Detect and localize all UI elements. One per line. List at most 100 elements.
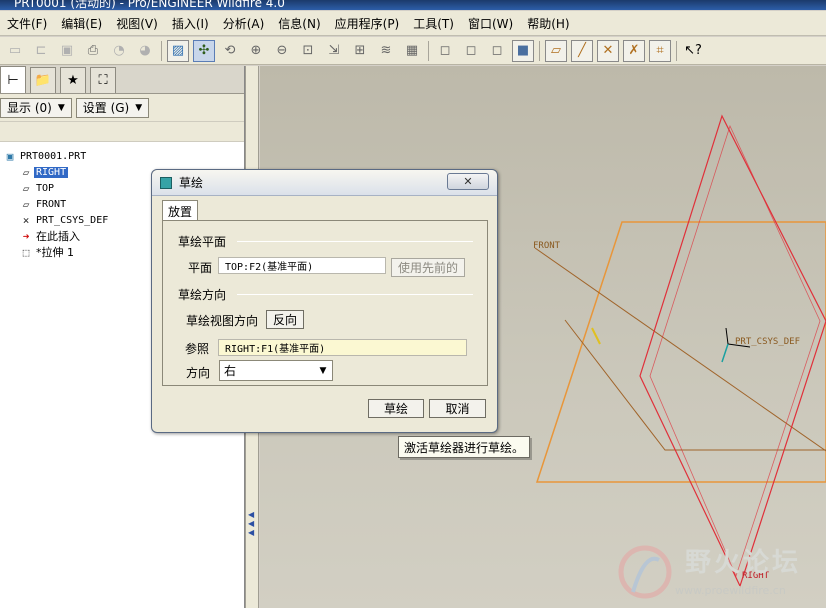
reorient-icon[interactable]: ⇲	[323, 40, 345, 62]
coordinate-systems-icon[interactable]: ✗	[623, 39, 645, 62]
menu-insert[interactable]: 插入(I)	[165, 15, 216, 32]
direction-label: 方向	[186, 366, 211, 380]
refit-icon[interactable]: ⊡	[297, 40, 319, 62]
placement-tab-content: 草绘平面 平面 TOP:F2(基准平面) 使用先前的 草绘方向 草绘视图方向 反…	[162, 220, 488, 386]
datum-points-icon[interactable]: ✕	[597, 39, 619, 62]
print-icon[interactable]: ⎙	[82, 40, 104, 62]
sketch-button[interactable]: 草绘	[368, 399, 424, 418]
context-help-icon[interactable]: ↖?	[682, 40, 704, 62]
sketch-dialog: 草绘 ✕ 放置 草绘平面 平面 TOP:F2(基准平面) 使用先前的 草绘方向 …	[151, 169, 498, 433]
menu-file[interactable]: 文件(F)	[0, 15, 54, 32]
window-title: PRT0001 (活动的) - Pro/ENGINEER Wildfire 4.…	[14, 0, 285, 10]
favorites-tab[interactable]: ★	[60, 67, 86, 93]
tree-item-label: PRT_CSYS_DEF	[36, 214, 109, 226]
folder-browser-tab[interactable]: 📁	[30, 67, 56, 93]
toolbar-separator	[539, 40, 540, 61]
sketch-plane-header: 草绘平面	[178, 235, 227, 249]
menu-info[interactable]: 信息(N)	[271, 15, 327, 32]
repaint-icon[interactable]: ▨	[167, 39, 189, 62]
toolbar-separator	[161, 40, 162, 61]
dialog-titlebar[interactable]: 草绘	[152, 170, 497, 196]
menu-view[interactable]: 视图(V)	[109, 15, 165, 32]
collapse-arrows-icon[interactable]: ◀ ◀ ◀	[248, 510, 254, 537]
connections-tab[interactable]: ⛶	[90, 67, 116, 93]
top-datum-plane	[535, 221, 826, 483]
tree-item-label: PRT0001.PRT	[20, 150, 87, 162]
direction-select[interactable]: 右 ▼	[219, 360, 333, 381]
plane-field[interactable]: TOP:F2(基准平面)	[218, 257, 386, 274]
save-icon[interactable]: ▣	[56, 40, 78, 62]
cancel-button[interactable]: 取消	[429, 399, 486, 418]
show-menu-button[interactable]: 显示 (0) ▼	[0, 97, 72, 118]
datum-plane-icon: ▱	[22, 181, 30, 195]
layers-icon[interactable]: ≋	[375, 40, 397, 62]
insert-here-icon: ➜	[22, 229, 30, 243]
sketch-dialog-icon	[160, 176, 172, 189]
saved-views-icon[interactable]: ⊞	[349, 40, 371, 62]
main-toolbar: ▭ ⊏ ▣ ⎙ ◔ ◕ ▨ ✣ ⟲ ⊕ ⊖ ⊡ ⇲ ⊞ ≋ ▦ ◻ ◻ ◻ ■ …	[0, 37, 826, 65]
send-mail-icon[interactable]: ◕	[134, 40, 156, 62]
forum-watermark: 野火论坛 www.proewildfire.cn	[615, 540, 826, 608]
watermark-title: 野火论坛	[685, 548, 802, 578]
section-divider	[237, 241, 473, 242]
zoom-in-icon[interactable]: ⊕	[245, 40, 267, 62]
tree-item-label: TOP	[36, 182, 55, 194]
close-button[interactable]: ✕	[447, 173, 489, 190]
flip-button[interactable]: 反向	[266, 310, 304, 329]
spin-center-icon[interactable]: ✣	[193, 39, 215, 62]
menu-window[interactable]: 窗口(W)	[461, 15, 520, 32]
toolbar-separator	[676, 40, 677, 61]
tree-item-part[interactable]: ▣ PRT0001.PRT	[2, 148, 244, 164]
orient-icon[interactable]: ⟲	[219, 40, 241, 62]
datum-axes-icon[interactable]: ╱	[571, 39, 593, 62]
toolbar-separator	[428, 40, 429, 61]
show-menu-label: 显示 (0)	[7, 101, 52, 115]
menu-help[interactable]: 帮助(H)	[520, 15, 576, 32]
direction-arrow	[591, 327, 601, 345]
datum-planes-icon[interactable]: ▱	[545, 39, 567, 62]
settings-menu-label: 设置 (G)	[82, 101, 130, 115]
view-manager-icon[interactable]: ▦	[401, 40, 423, 62]
hidden-line-icon[interactable]: ◻	[460, 40, 482, 62]
model-tree-tab[interactable]: ⊢	[0, 66, 26, 93]
watermark-url: www.proewildfire.cn	[675, 584, 786, 597]
tree-item-label: 在此插入	[36, 230, 80, 243]
plane-label: 平面	[188, 261, 213, 275]
reference-label: 参照	[185, 342, 210, 356]
settings-menu-button[interactable]: 设置 (G) ▼	[75, 97, 150, 118]
tree-item-label: RIGHT	[34, 166, 69, 178]
use-previous-button[interactable]: 使用先前的	[391, 258, 465, 277]
menu-tools[interactable]: 工具(T)	[406, 15, 461, 32]
sketch-button-tooltip: 激活草绘器进行草绘。	[398, 436, 531, 458]
direction-select-value: 右	[224, 364, 237, 378]
send-icon[interactable]: ◔	[108, 40, 130, 62]
datum-plane-icon: ▱	[22, 165, 30, 179]
menu-analysis[interactable]: 分析(A)	[216, 15, 272, 32]
tab-placement[interactable]: 放置	[162, 200, 199, 221]
shading-icon[interactable]: ■	[512, 39, 534, 62]
section-divider	[237, 294, 473, 295]
right-datum-plane	[639, 114, 826, 588]
no-hidden-icon[interactable]: ◻	[486, 40, 508, 62]
new-icon[interactable]: ▭	[4, 40, 26, 62]
window-titlebar: PRT0001 (活动的) - Pro/ENGINEER Wildfire 4.…	[0, 0, 826, 10]
csys-icon: ⨯	[22, 213, 30, 227]
reference-field[interactable]: RIGHT:F1(基准平面)	[218, 339, 467, 356]
chevron-down-icon: ▼	[57, 102, 65, 113]
panel-button-row: 显示 (0) ▼ 设置 (G) ▼	[0, 94, 244, 122]
open-icon[interactable]: ⊏	[30, 40, 52, 62]
wireframe-icon[interactable]: ◻	[434, 40, 456, 62]
dialog-title: 草绘	[179, 176, 204, 190]
datum-plane-icon: ▱	[22, 197, 30, 211]
chevron-down-icon: ▼	[135, 102, 143, 113]
right-datum-plane-edge	[649, 124, 821, 578]
front-datum-plane	[534, 247, 826, 452]
tree-item-label: FRONT	[36, 198, 67, 210]
chevron-down-icon: ▼	[319, 365, 327, 376]
panel-tabs: ⊢ 📁 ★ ⛶	[0, 66, 244, 94]
menu-edit[interactable]: 编辑(E)	[54, 15, 109, 32]
menu-applications[interactable]: 应用程序(P)	[328, 15, 407, 32]
sketch-orientation-header: 草绘方向	[178, 288, 227, 302]
annotation-icon[interactable]: ⌗	[649, 39, 671, 62]
zoom-out-icon[interactable]: ⊖	[271, 40, 293, 62]
